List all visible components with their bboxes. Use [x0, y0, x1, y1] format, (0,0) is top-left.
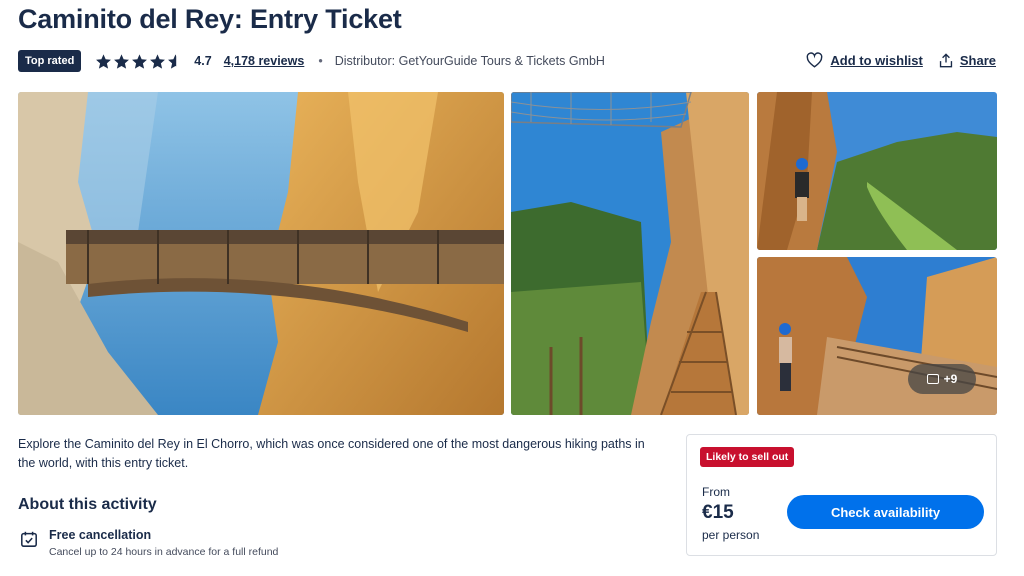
gallery-photo-main[interactable] [18, 92, 504, 415]
share-button[interactable]: Share [939, 53, 996, 68]
gallery-photo-2[interactable] [511, 92, 749, 415]
feature-subtitle: Cancel up to 24 hours in advance for a f… [49, 546, 279, 558]
rating-row: Top rated 4.7 4,178 reviews • Distributo… [18, 50, 605, 72]
share-label: Share [959, 52, 996, 68]
page-title: Caminito del Rey: Entry Ticket [18, 4, 402, 34]
image-icon [926, 374, 939, 384]
booking-card: Likely to sell out From €15 per person C… [686, 434, 997, 556]
rating-value: 4.7 [194, 54, 212, 68]
top-rated-badge: Top rated [18, 50, 82, 72]
star-icon [114, 53, 130, 69]
calendar-check-icon [21, 531, 37, 547]
distributor-text: Distributor: GetYourGuide Tours & Ticket… [334, 54, 605, 68]
star-icon [150, 53, 166, 69]
check-availability-button[interactable]: Check availability [787, 495, 984, 529]
feature-title: Free cancellation [49, 528, 152, 542]
feature-free-cancellation: Free cancellation Cancel up to 24 hours … [20, 528, 278, 558]
price-value: €15 [702, 502, 734, 523]
heart-icon [807, 52, 823, 68]
separator-dot: • [318, 54, 323, 68]
wishlist-button[interactable]: Add to wishlist [806, 52, 923, 68]
half-star-icon [168, 53, 177, 69]
reviews-link[interactable]: 4,178 reviews [224, 54, 305, 68]
star-rating [95, 53, 184, 70]
more-photos-button[interactable]: +9 [908, 364, 976, 394]
share-icon [939, 52, 952, 67]
gallery-photo-3[interactable] [757, 92, 997, 250]
likely-to-sell-out-badge: Likely to sell out [700, 447, 795, 467]
per-person-label: per person [702, 528, 760, 542]
about-heading: About this activity [18, 496, 157, 513]
star-icon [96, 53, 112, 69]
star-icon [132, 53, 148, 69]
wishlist-label: Add to wishlist [830, 52, 923, 68]
from-label: From [702, 485, 730, 499]
header-actions: Add to wishlist Share [806, 52, 996, 68]
activity-description: Explore the Caminito del Rey in El Chorr… [18, 437, 645, 470]
more-photos-count: +9 [943, 372, 958, 386]
